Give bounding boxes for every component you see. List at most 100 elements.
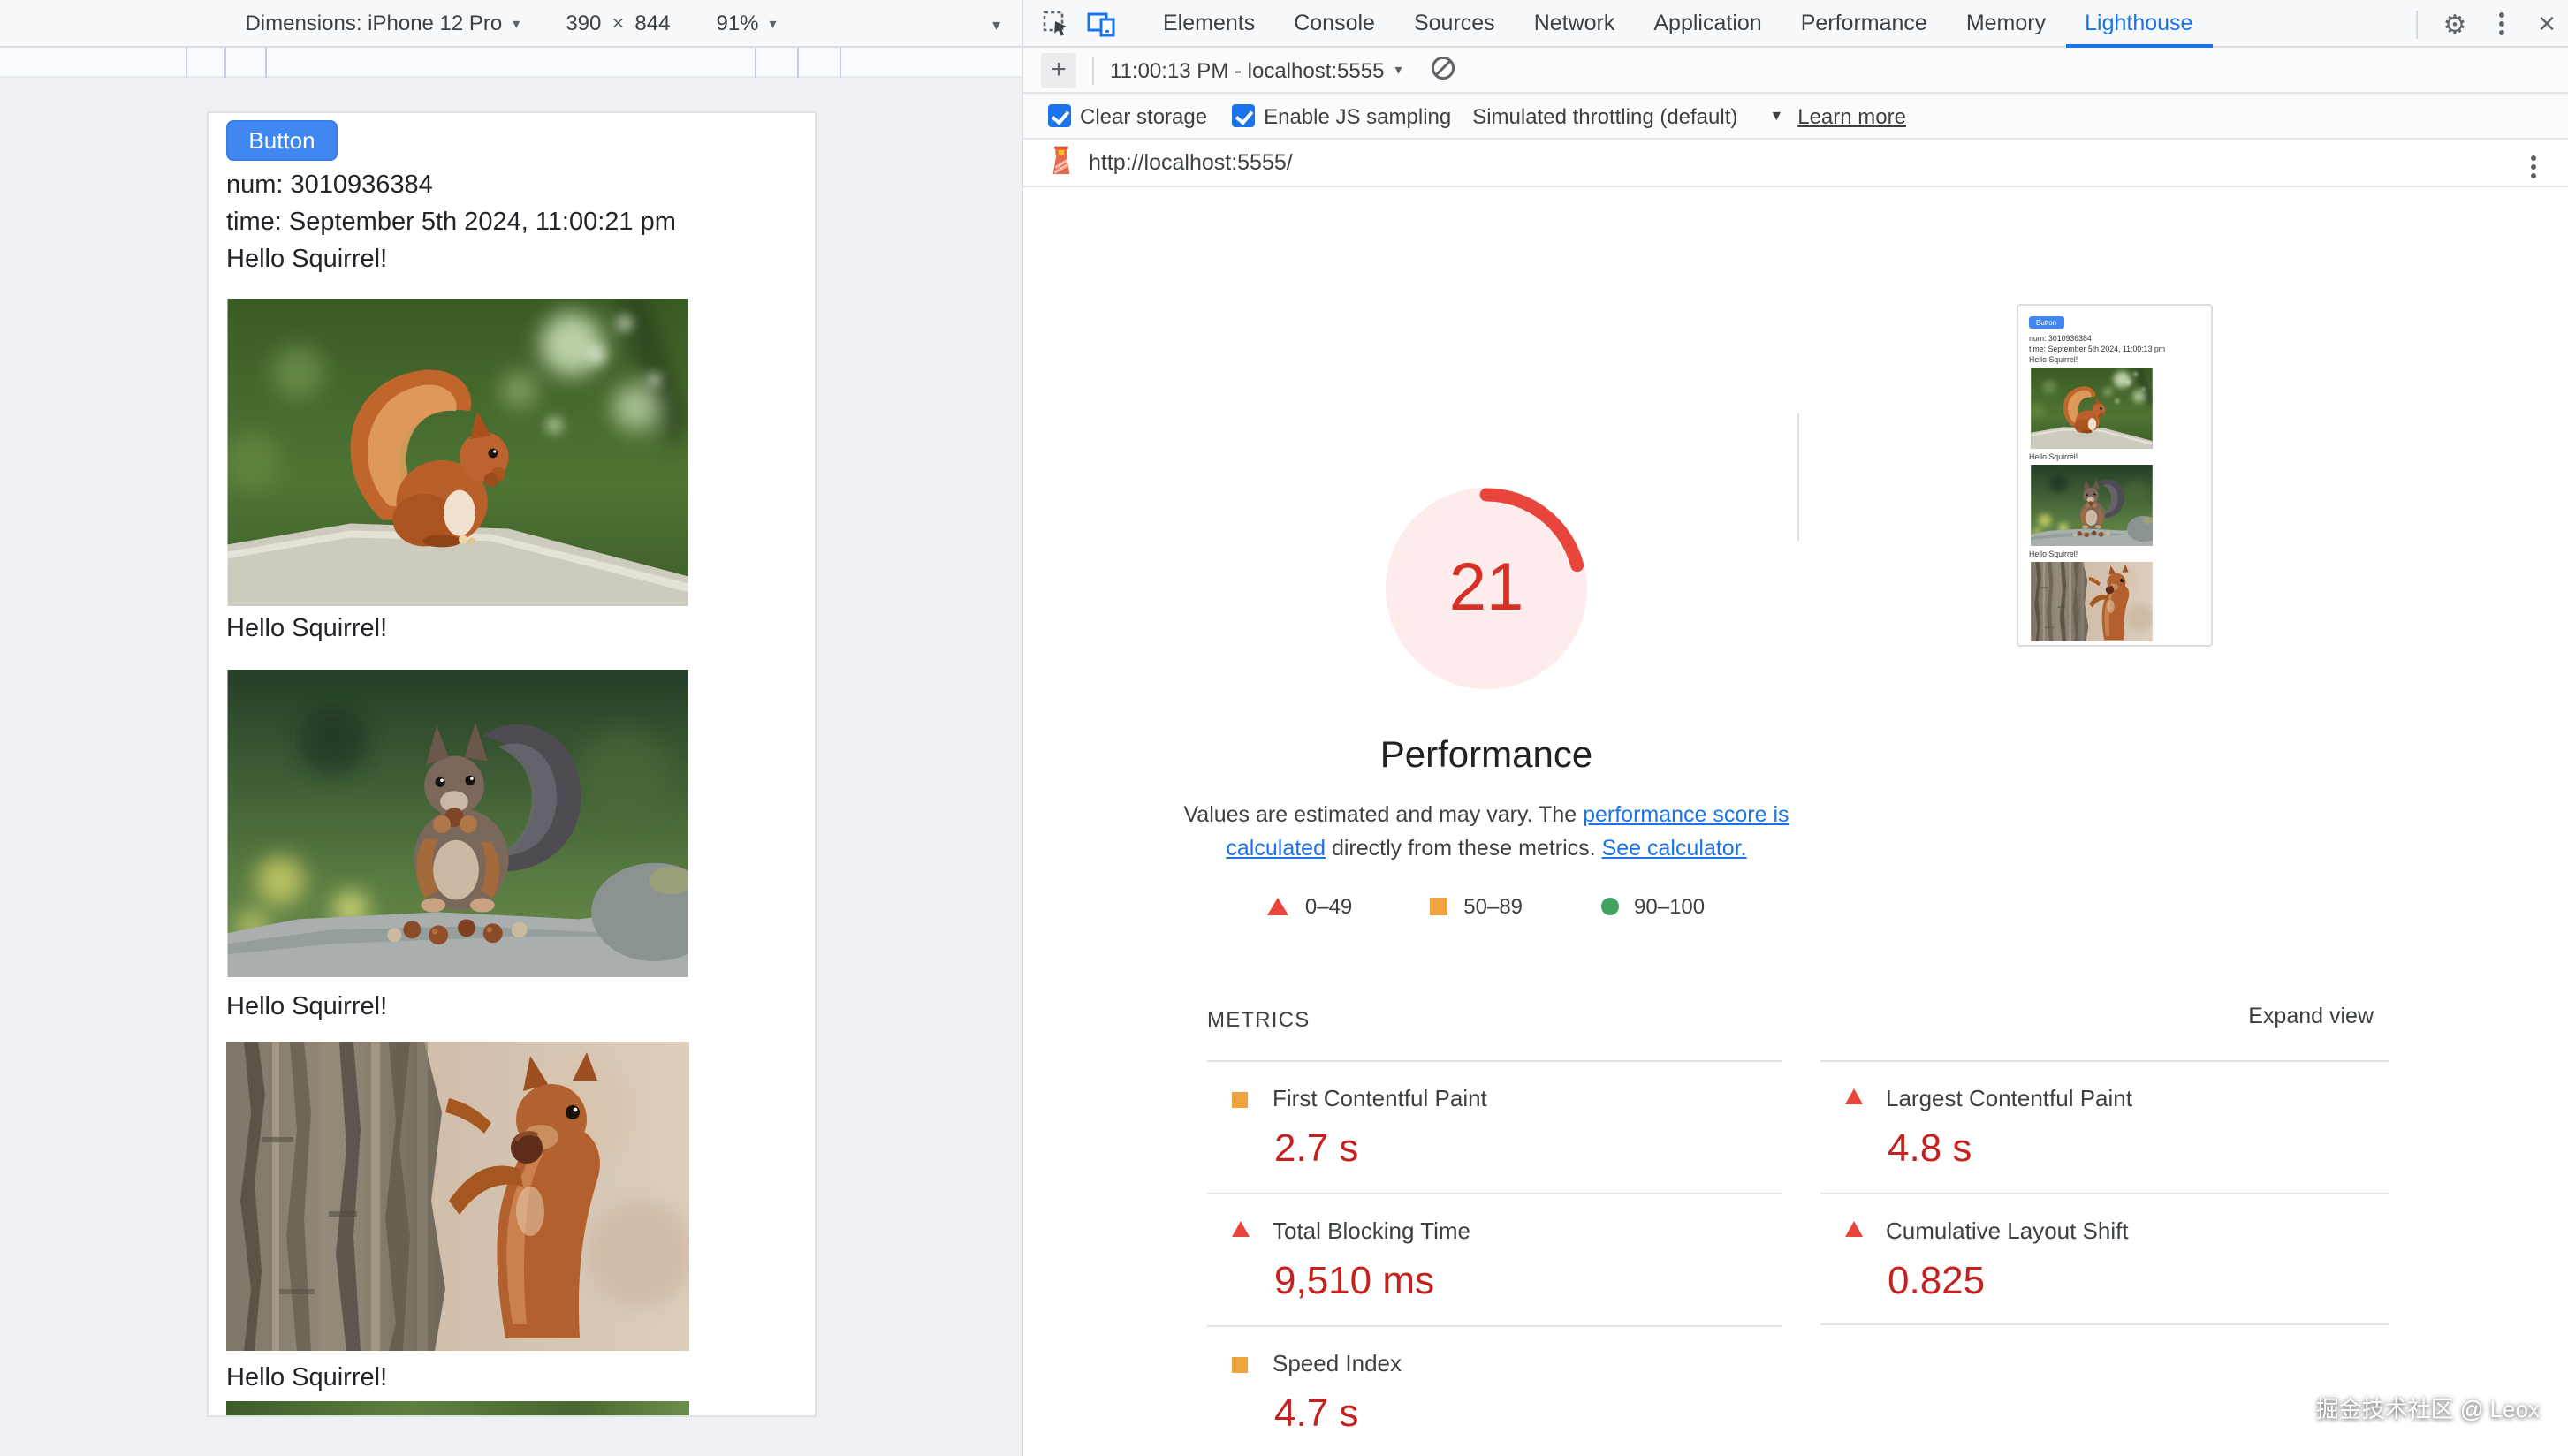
device-dimensions-select[interactable]: Dimensions: iPhone 12 Pro xyxy=(245,11,502,35)
legend-average-range: 50–89 xyxy=(1463,894,1523,919)
device-toolbar-overflow-chevron[interactable]: ▾ xyxy=(992,16,1000,35)
tab-memory[interactable]: Memory xyxy=(1947,0,2065,47)
average-square-icon xyxy=(1232,1092,1248,1108)
category-title: Performance xyxy=(1221,735,1751,777)
thumbnail-caption: Hello Squirrel! xyxy=(2029,550,2078,558)
see-calculator-link[interactable]: See calculator. xyxy=(1602,836,1747,861)
watermark-text: 掘金技术社区 @ Leox xyxy=(2316,1391,2540,1424)
tab-performance[interactable]: Performance xyxy=(1782,0,1947,47)
lighthouse-report: 21 Button num: 3010936384 time: Septembe… xyxy=(1023,187,2568,1456)
thumbnail-caption: Hello Squirrel! xyxy=(2029,452,2078,461)
chevron-down-icon[interactable]: ▼ xyxy=(1769,108,1783,124)
num-line: num: 3010936384 xyxy=(226,171,433,200)
toolbar-divider xyxy=(2416,10,2418,38)
clear-storage-label: Clear storage xyxy=(1080,103,1207,128)
lighthouse-report-bar: + 11:00:13 PM - localhost:5555 ▾ xyxy=(1023,48,2568,94)
fail-triangle-icon xyxy=(1232,1221,1250,1237)
tab-application[interactable]: Application xyxy=(1634,0,1781,47)
report-select[interactable]: 11:00:13 PM - localhost:5555 xyxy=(1110,57,1384,82)
device-width-input[interactable]: 390 xyxy=(566,11,601,35)
legend-pass: 90–100 xyxy=(1600,894,1705,919)
enable-js-sampling-label: Enable JS sampling xyxy=(1264,103,1451,128)
performance-score-gauge[interactable]: 21 xyxy=(1371,474,1601,703)
photo-caption: Hello Squirrel! xyxy=(226,993,387,1021)
learn-more-link[interactable]: Learn more xyxy=(1797,103,1906,128)
clear-storage-checkbox[interactable] xyxy=(1048,104,1071,127)
chevron-down-icon[interactable]: ▾ xyxy=(770,15,777,31)
greeting-line: Hello Squirrel! xyxy=(226,246,387,274)
media-query-ruler[interactable] xyxy=(0,48,1022,78)
ruler-mark xyxy=(224,48,226,78)
chevron-down-icon[interactable]: ▾ xyxy=(1394,62,1402,78)
emulated-page: Button num: 3010936384 time: September 5… xyxy=(209,113,815,1415)
metric-value: 4.8 s xyxy=(1888,1126,1972,1172)
photo-caption: Hello Squirrel! xyxy=(226,615,387,643)
devtools-tabs: Elements Console Sources Network Applica… xyxy=(1143,0,2212,47)
devtools-pane: Elements Console Sources Network Applica… xyxy=(1022,0,2568,1456)
page-button[interactable]: Button xyxy=(226,120,338,161)
lighthouse-logo-icon xyxy=(1048,145,1075,180)
metrics-column-right: Largest Contentful Paint 4.8 s Cumulativ… xyxy=(1820,1060,2389,1325)
tab-lighthouse[interactable]: Lighthouse xyxy=(2065,0,2212,47)
fail-triangle-icon xyxy=(1845,1088,1863,1104)
metrics-section-title: METRICS xyxy=(1207,1007,1310,1032)
metric-label: First Contentful Paint xyxy=(1273,1085,1487,1111)
metric-first-contentful-paint: First Contentful Paint 2.7 s xyxy=(1207,1060,1782,1193)
tab-elements[interactable]: Elements xyxy=(1143,0,1274,47)
score-disclaimer: Values are estimated and may vary. The p… xyxy=(1168,799,1804,866)
throttling-select[interactable]: Simulated throttling (default) xyxy=(1472,103,1737,128)
ruler-mark xyxy=(797,48,799,78)
metric-label: Total Blocking Time xyxy=(1273,1217,1470,1244)
screenshot-root: Dimensions: iPhone 12 Pro ▾ 390 × 844 91… xyxy=(0,0,2568,1456)
metric-cumulative-layout-shift: Cumulative Layout Shift 0.825 xyxy=(1820,1193,2389,1325)
metric-largest-contentful-paint: Largest Contentful Paint 4.8 s xyxy=(1820,1060,2389,1193)
thumbnail-greeting-line: Hello Squirrel! xyxy=(2029,355,2078,364)
disclaimer-text: Values are estimated and may vary. The xyxy=(1183,802,1583,827)
metric-speed-index: Speed Index 4.7 s xyxy=(1207,1325,1782,1456)
fail-triangle-icon xyxy=(1845,1221,1863,1237)
metric-label: Cumulative Layout Shift xyxy=(1886,1217,2129,1244)
new-report-button[interactable]: + xyxy=(1041,52,1076,87)
inspect-element-icon[interactable] xyxy=(1041,9,1069,37)
tab-sources[interactable]: Sources xyxy=(1394,0,1515,47)
ruler-mark xyxy=(755,48,756,78)
expand-view-button[interactable]: Expand view xyxy=(2248,1004,2374,1028)
squirrel-photo-3 xyxy=(226,1041,689,1352)
squirrel-photo-2 xyxy=(226,670,689,977)
time-line: time: September 5th 2024, 11:00:21 pm xyxy=(226,209,676,237)
metrics-column-left: First Contentful Paint 2.7 s Total Block… xyxy=(1207,1060,1782,1456)
thumbnail-squirrel-1 xyxy=(2029,368,2154,449)
disclaimer-text: directly from these metrics. xyxy=(1326,836,1602,861)
ruler-mark xyxy=(186,48,187,78)
more-options-kebab-icon[interactable] xyxy=(2478,1,2524,47)
settings-gear-icon[interactable]: ⚙ xyxy=(2432,1,2478,47)
thumbnail-button-chip: Button xyxy=(2029,316,2063,329)
metric-value: 9,510 ms xyxy=(1274,1258,1434,1304)
zoom-select[interactable]: 91% xyxy=(716,11,758,35)
chevron-down-icon[interactable]: ▾ xyxy=(513,15,520,31)
legend-fail-range: 0–49 xyxy=(1305,894,1352,919)
legend-pass-range: 90–100 xyxy=(1634,894,1705,919)
audited-url-row: http://localhost:5555/ xyxy=(1023,140,2568,187)
tab-console[interactable]: Console xyxy=(1274,0,1394,47)
squirrel-photo-1 xyxy=(226,299,689,606)
audited-url: http://localhost:5555/ xyxy=(1089,150,1293,175)
lighthouse-settings-bar: Clear storage Enable JS sampling Simulat… xyxy=(1023,94,2568,140)
dimensions-times-icon: × xyxy=(612,11,624,35)
toggle-device-toolbar-icon[interactable] xyxy=(1087,9,1115,37)
report-kebab-icon[interactable] xyxy=(2517,150,2549,182)
devtools-toolbar-right: ⚙ × xyxy=(2416,0,2568,48)
photo-caption: Hello Squirrel! xyxy=(226,1364,387,1392)
legend-average: 50–89 xyxy=(1430,894,1523,919)
enable-js-sampling-checkbox[interactable] xyxy=(1232,104,1255,127)
tab-network[interactable]: Network xyxy=(1515,0,1635,47)
average-square-icon xyxy=(1430,898,1447,915)
average-square-icon xyxy=(1232,1357,1248,1373)
clear-reports-icon[interactable] xyxy=(1430,54,1456,86)
fail-triangle-icon xyxy=(1268,898,1289,915)
metrics-header: METRICS Expand view xyxy=(1207,1004,2374,1035)
metric-value: 4.7 s xyxy=(1274,1391,1358,1437)
close-devtools-icon[interactable]: × xyxy=(2524,1,2568,47)
devtools-tabbar: Elements Console Sources Network Applica… xyxy=(1023,0,2568,48)
device-height-input[interactable]: 844 xyxy=(634,11,670,35)
